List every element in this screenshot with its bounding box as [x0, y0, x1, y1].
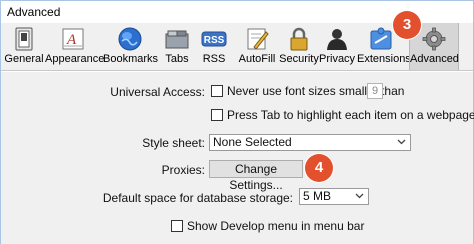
tab-highlight-checkbox[interactable]: [211, 109, 223, 121]
develop-menu-checkbox[interactable]: [171, 220, 183, 232]
advanced-preferences-window: Advanced General A Appearance Bookmarks …: [0, 0, 474, 244]
tab-autofill-label: AutoFill: [238, 53, 276, 65]
tabs-icon: [165, 30, 189, 49]
tab-rss-label: RSS: [202, 53, 226, 65]
window-title: Advanced: [7, 5, 61, 19]
tab-tabs-label: Tabs: [165, 53, 189, 65]
tab-privacy[interactable]: Privacy: [319, 23, 355, 70]
security-lock-icon: [290, 27, 308, 51]
tab-appearance-label: Appearance: [45, 53, 105, 65]
tab-appearance[interactable]: A Appearance: [45, 23, 105, 70]
change-settings-button[interactable]: Change Settings...: [209, 160, 303, 192]
database-storage-value: 5 MB: [303, 189, 332, 203]
privacy-person-icon: [327, 29, 347, 50]
tab-general-label: General: [4, 53, 44, 65]
tab-rss[interactable]: RSS RSS: [197, 23, 231, 70]
develop-menu-checkbox-label: Show Develop menu in menu bar: [187, 219, 365, 233]
tab-security[interactable]: Security: [279, 23, 319, 70]
rss-icon: RSS: [201, 31, 227, 47]
advanced-gear-icon: [422, 27, 446, 51]
style-sheet-label: Style sheet:: [142, 136, 205, 150]
tab-extensions-label: Extensions: [357, 53, 411, 65]
style-sheet-select[interactable]: None Selected: [209, 134, 411, 151]
tab-general[interactable]: General: [3, 23, 45, 70]
min-font-size-field[interactable]: 9: [367, 83, 383, 99]
bookmarks-globe-icon: [118, 27, 142, 51]
database-storage-label: Default space for database storage:: [102, 191, 293, 205]
tab-bookmarks[interactable]: Bookmarks: [103, 23, 159, 70]
tab-autofill[interactable]: AutoFill: [235, 23, 279, 70]
style-sheet-value: None Selected: [213, 135, 292, 149]
appearance-font-icon: A: [62, 28, 84, 50]
universal-access-label: Universal Access:: [110, 85, 205, 99]
chevron-down-icon: [355, 193, 364, 199]
min-font-size-checkbox[interactable]: [211, 85, 223, 97]
tab-highlight-checkbox-label: Press Tab to highlight each item on a we…: [227, 108, 474, 122]
autofill-pencil-icon: [247, 28, 269, 50]
database-storage-select[interactable]: 5 MB: [299, 188, 369, 205]
step-4-badge: 4: [305, 154, 333, 182]
tab-security-label: Security: [279, 53, 319, 65]
tab-privacy-label: Privacy: [319, 53, 356, 65]
proxies-label: Proxies:: [161, 163, 205, 177]
general-switch-icon: [15, 27, 33, 51]
advanced-settings-pane: Universal Access: Never use font sizes s…: [1, 72, 474, 244]
chevron-down-icon: [397, 139, 406, 145]
extensions-puzzle-icon: [370, 27, 392, 50]
rss-icon-text: RSS: [204, 35, 225, 46]
tab-advanced-label: Advanced: [410, 53, 459, 65]
tab-tabs[interactable]: Tabs: [159, 23, 195, 70]
step-3-badge: 3: [393, 11, 421, 39]
tab-bookmarks-label: Bookmarks: [103, 53, 159, 65]
